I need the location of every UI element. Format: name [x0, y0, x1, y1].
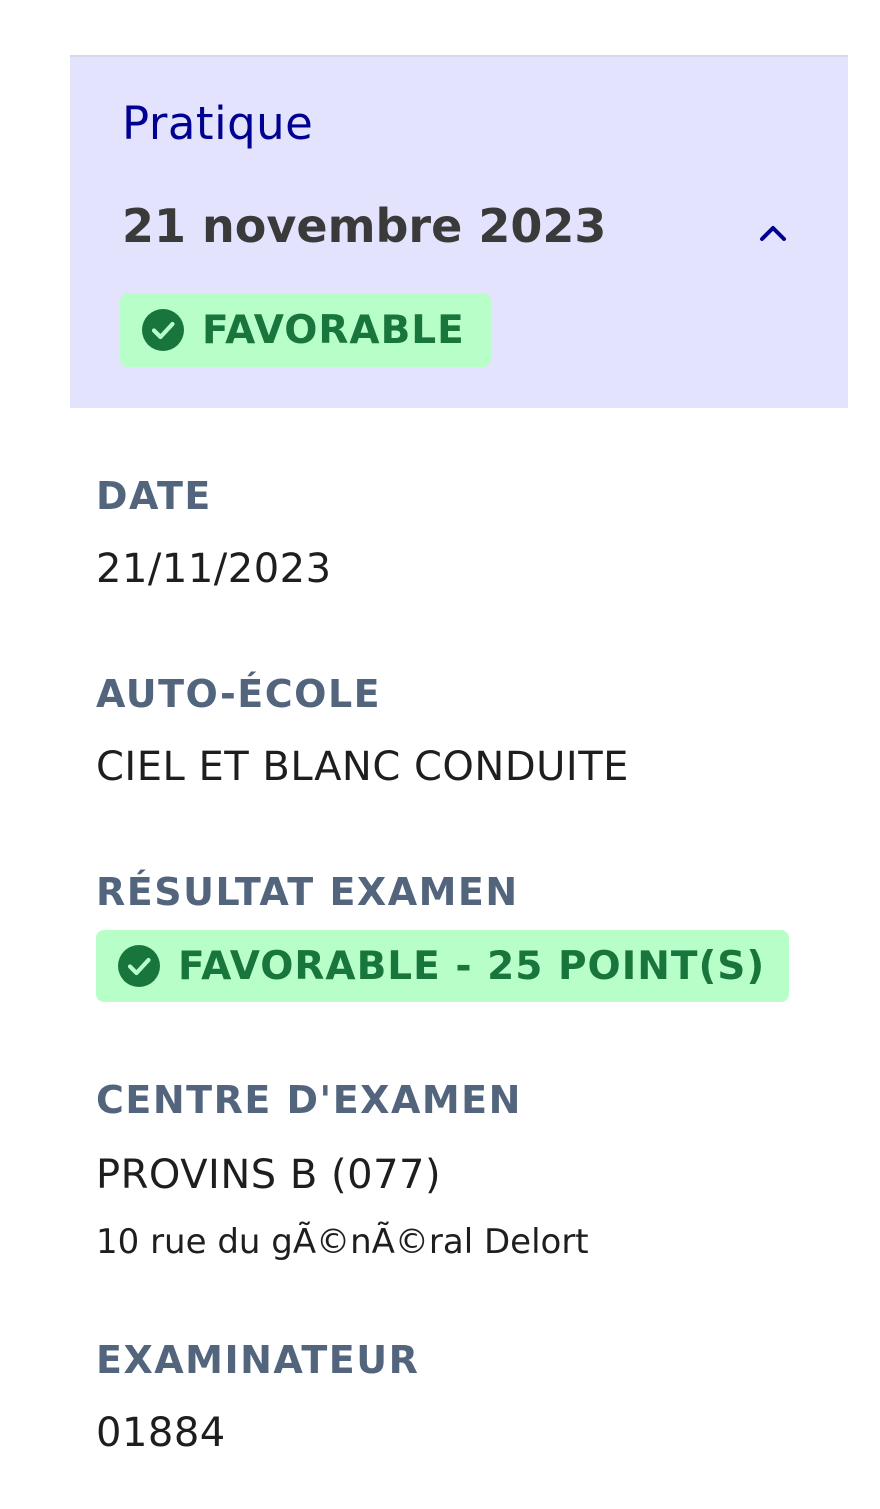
chevron-up-icon[interactable] [758, 221, 788, 245]
date-value: 21/11/2023 [96, 546, 332, 592]
examinateur-label: EXAMINATEUR [96, 1338, 420, 1382]
date-label: DATE [96, 474, 212, 518]
examinateur-value: 01884 [96, 1410, 226, 1456]
status-badge-label: FAVORABLE [202, 307, 465, 353]
check-circle-icon [118, 945, 160, 987]
centre-examen-label: CENTRE D'EXAMEN [96, 1078, 522, 1122]
resultat-examen-badge: FAVORABLE - 25 POINT(S) [96, 930, 790, 1002]
accordion-title: Pratique [122, 97, 314, 150]
check-circle-icon [142, 309, 184, 351]
centre-examen-value: PROVINS B (077) [96, 1152, 442, 1198]
exam-details-page: Pratique 21 novembre 2023 FAVORABLE DATE… [0, 0, 880, 1509]
accordion-date: 21 novembre 2023 [122, 199, 607, 253]
resultat-examen-badge-label: FAVORABLE - 25 POINT(S) [178, 943, 766, 989]
accordion-header-pratique[interactable]: Pratique 21 novembre 2023 FAVORABLE [70, 55, 848, 408]
auto-ecole-label: AUTO-ÉCOLE [96, 672, 382, 716]
resultat-examen-label: RÉSULTAT EXAMEN [96, 870, 519, 914]
auto-ecole-value: CIEL ET BLANC CONDUITE [96, 744, 629, 790]
status-badge: FAVORABLE [120, 293, 491, 367]
centre-examen-address: 10 rue du gÃ©nÃ©ral Delort [96, 1222, 589, 1262]
